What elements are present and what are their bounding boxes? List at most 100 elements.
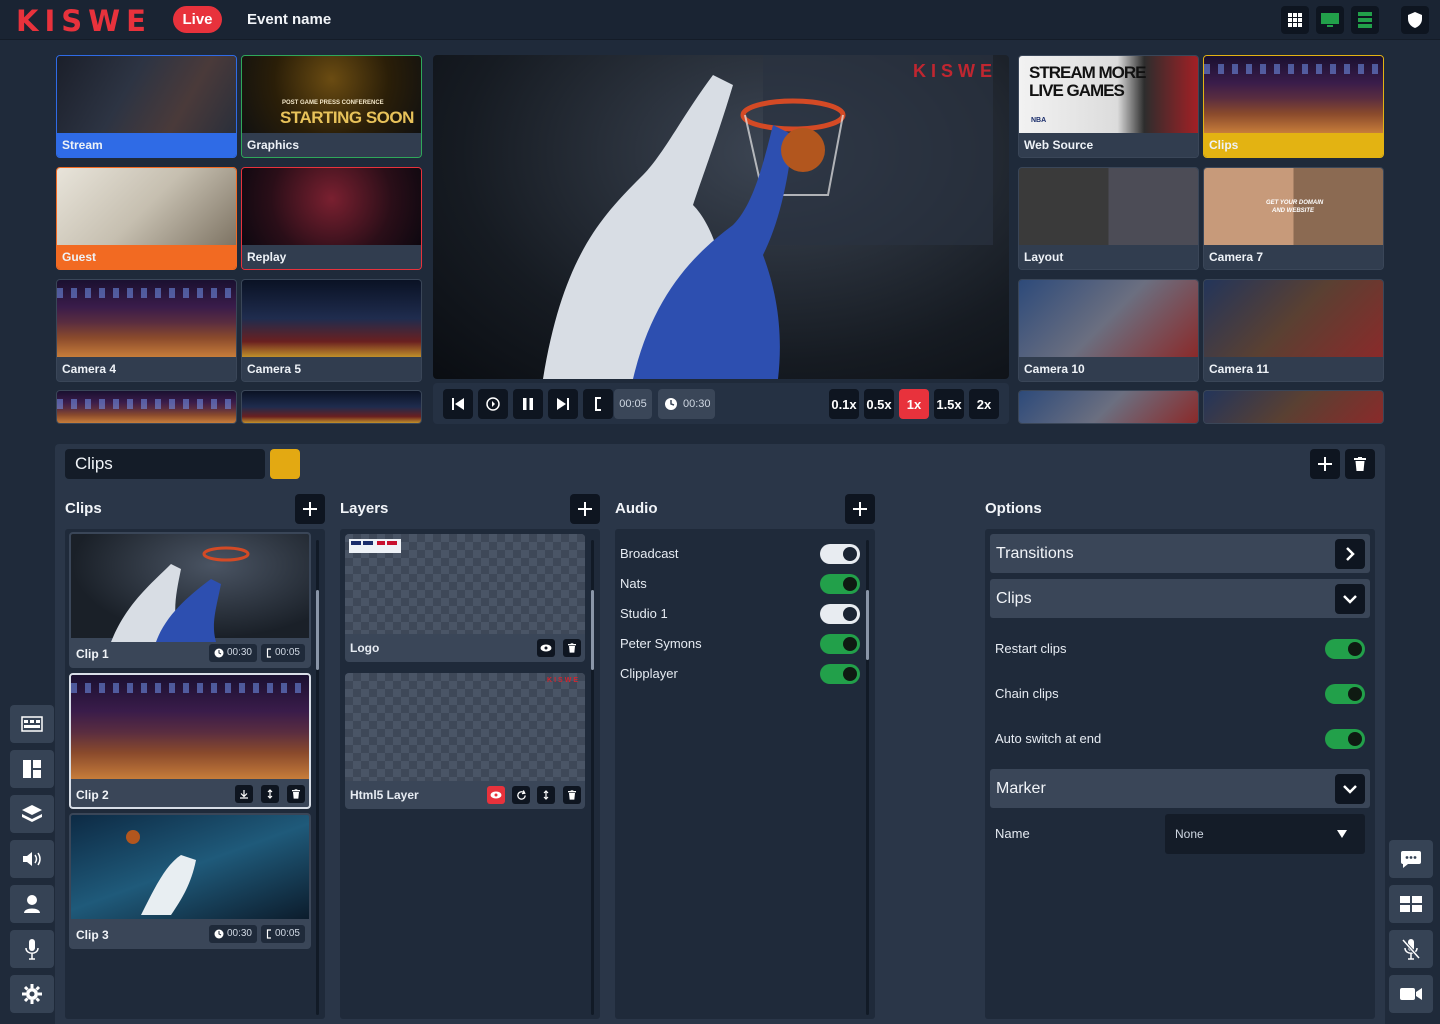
audio-toggle-broadcast[interactable]	[820, 544, 860, 564]
source-stream[interactable]: Stream	[56, 55, 237, 158]
clip-download-button[interactable]	[235, 785, 253, 803]
refresh-icon	[516, 789, 526, 800]
marker-collapse-button[interactable]	[1335, 774, 1365, 804]
websource-line2: LIVE GAMES	[1029, 81, 1125, 100]
rail-guest-button[interactable]	[10, 885, 54, 923]
skip-back-button[interactable]	[443, 389, 473, 419]
layer-delete-button[interactable]	[563, 639, 581, 657]
layer-preview	[345, 534, 585, 634]
layout-icon	[23, 760, 41, 778]
source-camera-5[interactable]: Camera 5	[241, 279, 422, 382]
speed-2x-button[interactable]: 2x	[969, 389, 999, 419]
color-swatch[interactable]	[270, 449, 300, 479]
add-panel-button[interactable]	[1310, 449, 1340, 479]
clip-card[interactable]: Clip 1 00:30 00:05	[69, 532, 311, 668]
skip-forward-button[interactable]	[548, 389, 578, 419]
clip-name-input[interactable]: Clips	[65, 449, 265, 479]
audio-toggle-clipplayer[interactable]	[820, 664, 860, 684]
source-clips[interactable]: Clips	[1203, 55, 1384, 158]
audio-channel-label: Peter Symons	[620, 636, 702, 651]
audio-scrollbar[interactable]	[866, 540, 869, 1015]
monitor-icon	[1321, 13, 1339, 27]
source-partial[interactable]	[1203, 390, 1384, 424]
speed-1.5x-button[interactable]: 1.5x	[934, 389, 964, 419]
source-guest[interactable]: Guest	[56, 167, 237, 270]
speed-0.5x-button[interactable]: 0.5x	[864, 389, 894, 419]
transitions-expand-button[interactable]	[1335, 539, 1365, 569]
rail-multiview-button[interactable]	[1389, 885, 1433, 923]
rail-audio-button[interactable]	[10, 840, 54, 878]
add-audio-button[interactable]	[845, 494, 875, 524]
source-replay[interactable]: Replay	[241, 167, 422, 270]
cam7-caption-1: GET YOUR DOMAIN	[1266, 200, 1324, 206]
speed-0.1x-button[interactable]: 0.1x	[829, 389, 859, 419]
rail-layout-button[interactable]	[10, 750, 54, 788]
shield-button[interactable]	[1401, 6, 1429, 34]
add-layer-button[interactable]	[570, 494, 600, 524]
toggle-knob	[1348, 642, 1362, 656]
audio-toggle-studio-1[interactable]	[820, 604, 860, 624]
layers-scroll-thumb[interactable]	[591, 590, 594, 670]
source-partial[interactable]	[1018, 390, 1199, 424]
pause-icon	[523, 398, 533, 410]
mark-in-button[interactable]	[583, 389, 613, 419]
source-partial[interactable]	[56, 390, 237, 424]
rail-scoreboard-button[interactable]	[10, 705, 54, 743]
clips-options-collapse-button[interactable]	[1335, 584, 1365, 614]
source-layout[interactable]: Layout	[1018, 167, 1199, 270]
add-clip-button[interactable]	[295, 494, 325, 524]
audio-toggle-nats[interactable]	[820, 574, 860, 594]
trash-icon	[568, 790, 576, 800]
list-icon	[1358, 12, 1372, 28]
rail-mute-button[interactable]	[1389, 930, 1433, 968]
clip-card[interactable]: Clip 2	[69, 673, 311, 809]
pause-button[interactable]	[513, 389, 543, 419]
source-graphics[interactable]: POST GAME PRESS CONFERENCE STARTING SOON…	[241, 55, 422, 158]
restart-clips-toggle[interactable]	[1325, 639, 1365, 659]
rail-layers-button[interactable]	[10, 795, 54, 833]
rail-camera-button[interactable]	[1389, 975, 1433, 1013]
trash-icon	[568, 643, 576, 653]
delete-panel-button[interactable]	[1345, 449, 1375, 479]
layer-preview: KISWE	[345, 673, 585, 781]
plus-icon	[1318, 457, 1332, 471]
clip-move-button[interactable]	[261, 785, 279, 803]
clip-card[interactable]: Clip 3 00:30 00:05	[69, 813, 311, 949]
rail-microphone-button[interactable]	[10, 930, 54, 968]
source-camera-4[interactable]: Camera 4	[56, 279, 237, 382]
layer-delete-button[interactable]	[563, 786, 581, 804]
replay-button[interactable]	[478, 389, 508, 419]
audio-toggle-peter-symons[interactable]	[820, 634, 860, 654]
live-badge[interactable]: Live	[173, 6, 222, 33]
layer-move-button[interactable]	[537, 786, 555, 804]
clip-thumbnail-art	[111, 546, 250, 642]
rail-chat-button[interactable]	[1389, 840, 1433, 878]
rail-settings-button[interactable]	[10, 975, 54, 1013]
layer-card[interactable]: KISWE Html5 Layer	[345, 673, 585, 809]
grid-view-button[interactable]	[1281, 6, 1309, 34]
clip-duration-text: 00:30	[226, 647, 252, 658]
list-view-button[interactable]	[1351, 6, 1379, 34]
source-web-source[interactable]: STREAM MORE LIVE GAMES NBA Web Source	[1018, 55, 1199, 158]
layer-card[interactable]: Logo	[345, 534, 585, 662]
clip-delete-button[interactable]	[287, 785, 305, 803]
source-camera-7[interactable]: GET YOUR DOMAIN AND WEBSITE Camera 7	[1203, 167, 1384, 270]
layer-visibility-button[interactable]	[487, 786, 505, 804]
source-camera-10[interactable]: Camera 10	[1018, 279, 1199, 382]
marker-header[interactable]: Marker	[990, 769, 1370, 808]
speed-1x-button[interactable]: 1x	[899, 389, 929, 419]
auto-switch-toggle[interactable]	[1325, 729, 1365, 749]
marker-name-select[interactable]: None	[1165, 814, 1365, 854]
audio-scroll-thumb[interactable]	[866, 590, 869, 660]
transitions-header[interactable]: Transitions	[990, 534, 1370, 573]
source-partial[interactable]	[241, 390, 422, 424]
clips-scrollbar[interactable]	[316, 540, 319, 1015]
clips-scroll-thumb[interactable]	[316, 590, 319, 670]
clips-options-header[interactable]: Clips	[990, 579, 1370, 618]
layers-scrollbar[interactable]	[591, 540, 594, 1015]
layer-refresh-button[interactable]	[512, 786, 530, 804]
source-camera-11[interactable]: Camera 11	[1203, 279, 1384, 382]
monitor-view-button[interactable]	[1316, 6, 1344, 34]
chain-clips-toggle[interactable]	[1325, 684, 1365, 704]
layer-visibility-button[interactable]	[537, 639, 555, 657]
